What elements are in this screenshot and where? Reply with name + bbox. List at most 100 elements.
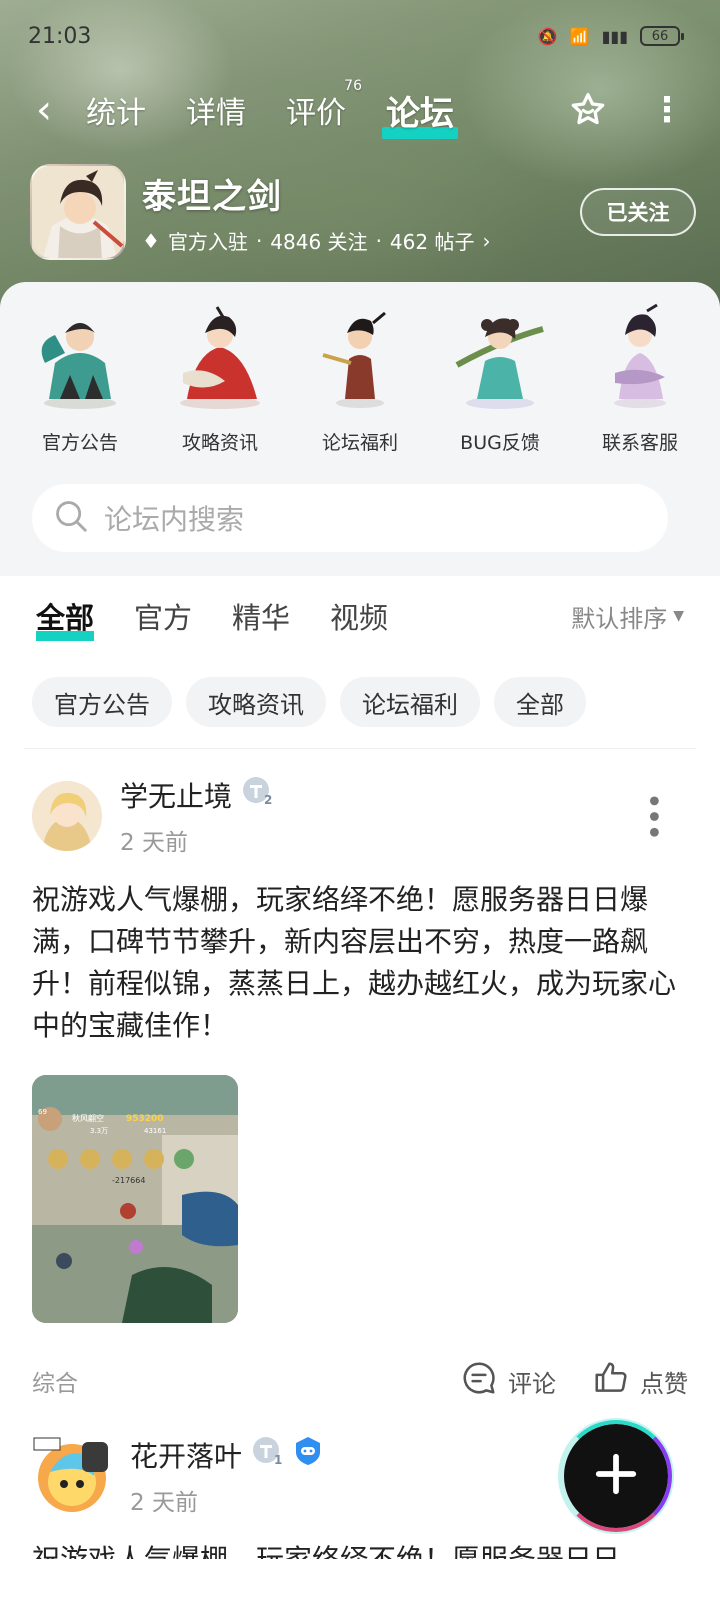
author-name-row[interactable]: 学无止境 2 — [120, 774, 274, 815]
thumbs-up-icon — [592, 1359, 630, 1403]
post-content: 祝游戏人气爆棚，玩家络绎不绝！愿服务器日日爆满，口碑节节攀升，新内容层出不穷，热… — [32, 883, 677, 1042]
sort-dropdown[interactable]: 默认排序 ▼ — [571, 599, 684, 634]
chip-official-notice[interactable]: 官方公告 — [32, 677, 172, 727]
verified-label: 官方入驻 — [167, 230, 248, 254]
warrior-character-icon — [300, 302, 420, 414]
battery-level: 66 — [651, 28, 669, 44]
mute-icon: 🔕 — [537, 26, 558, 46]
level-badge-icon: 2 — [240, 774, 274, 815]
level-number: 2 — [264, 793, 272, 807]
player-name: 秋风翩空 — [72, 1113, 104, 1123]
archer-character-icon — [440, 302, 560, 414]
author-name: 花开落叶 — [130, 1439, 243, 1473]
chip-all[interactable]: 全部 — [494, 677, 586, 727]
nav-actions: ⋮ — [566, 88, 684, 132]
tab-stats[interactable]: 统计 — [86, 88, 146, 132]
hero-character-icon — [20, 302, 140, 414]
search-icon — [52, 497, 90, 539]
forum-sheet: 官方公告 攻略资讯 论坛福利 BUG反馈 联系客服 论坛内搜索 — [0, 282, 720, 576]
category-guides[interactable]: 攻略资讯 — [155, 302, 285, 455]
posts-count: 462 帖子 — [389, 230, 475, 254]
author-block: 花开落叶 1 2 天前 — [130, 1434, 324, 1517]
create-post-button[interactable] — [560, 1420, 672, 1532]
post-actions: 评论 点赞 — [460, 1359, 688, 1403]
gold-amount: 953200 — [126, 1114, 164, 1124]
chip-welfare[interactable]: 论坛福利 — [340, 677, 480, 727]
post-time: 2 天前 — [120, 830, 188, 856]
filter-tab-video[interactable]: 视频 — [330, 595, 388, 637]
post-card[interactable]: 学无止境 2 2 天前 ••• 祝游戏人气爆棚，玩家络绎不绝！愿服务器日日爆满，… — [0, 760, 720, 1422]
level-number: 1 — [274, 1453, 282, 1467]
stat-gems: 43161 — [144, 1127, 166, 1135]
level-badge-icon: 1 — [250, 1434, 284, 1475]
damage-number: -217664 — [112, 1176, 145, 1185]
caret-down-icon: ▼ — [673, 608, 684, 624]
dot-separator: · — [255, 228, 263, 253]
comment-label: 评论 — [508, 1369, 556, 1398]
status-bar: 21:03 🔕 📶 ▮▮▮ 66 — [28, 22, 684, 50]
avatar[interactable] — [32, 780, 102, 851]
post-time: 2 天前 — [130, 1490, 198, 1516]
gamepad-badge-icon — [292, 1435, 324, 1474]
tab-forum[interactable]: 论坛 — [382, 86, 458, 139]
followers-count: 4846 关注 — [270, 230, 368, 254]
like-label: 点赞 — [640, 1369, 688, 1398]
top-nav: ‹ 统计 详情 评价 76 论坛 ⋮ — [36, 78, 684, 139]
comment-icon — [460, 1359, 498, 1403]
category-grid: 官方公告 攻略资讯 论坛福利 BUG反馈 联系客服 — [0, 282, 720, 455]
favorite-star-icon[interactable] — [566, 88, 610, 132]
category-bug-report[interactable]: BUG反馈 — [435, 302, 565, 455]
player-level: 69 — [38, 1108, 47, 1116]
maiden-character-icon — [580, 302, 700, 414]
author-name: 学无止境 — [120, 779, 233, 813]
like-button[interactable]: 点赞 — [592, 1359, 688, 1403]
tab-reviews[interactable]: 评价 76 — [286, 78, 362, 132]
filter-tab-official[interactable]: 官方 — [134, 595, 192, 637]
author-name-row[interactable]: 花开落叶 1 — [130, 1434, 324, 1475]
filter-tabs: 全部 官方 精华 视频 默认排序 ▼ — [0, 576, 720, 656]
avatar[interactable] — [32, 1436, 112, 1516]
category-chips: 官方公告 攻略资讯 论坛福利 全部 — [0, 656, 720, 740]
category-welfare[interactable]: 论坛福利 — [295, 302, 425, 455]
diamond-icon: ♦ — [142, 228, 160, 253]
filter-tab-featured[interactable]: 精华 — [232, 595, 290, 637]
category-label: 官方公告 — [41, 432, 118, 454]
tab-label: 论坛 — [386, 93, 454, 134]
category-customer-service[interactable]: 联系客服 — [575, 302, 705, 455]
game-name: 泰坦之剑 — [142, 177, 282, 217]
tab-details[interactable]: 详情 — [186, 88, 246, 132]
game-info: 泰坦之剑 ♦ 官方入驻 · 4846 关注 · 462 帖子 › 已关注 — [30, 162, 696, 262]
stat-power: 3.3万 — [90, 1127, 108, 1135]
tab-label: 评价 — [286, 96, 346, 131]
category-label: 联系客服 — [601, 432, 678, 454]
forum-search-input[interactable]: 论坛内搜索 — [32, 484, 668, 552]
category-label: 攻略资讯 — [181, 432, 258, 454]
follow-button[interactable]: 已关注 — [580, 188, 696, 236]
game-icon[interactable] — [30, 164, 126, 260]
game-meta[interactable]: ♦ 官方入驻 · 4846 关注 · 462 帖子 › — [142, 226, 490, 255]
author-block: 学无止境 2 2 天前 — [120, 774, 274, 857]
post-header: 学无止境 2 2 天前 ••• — [0, 760, 720, 857]
more-options-icon[interactable]: ⋮ — [650, 93, 684, 127]
status-time: 21:03 — [28, 23, 92, 49]
post-filters: 全部 官方 精华 视频 默认排序 ▼ 官方公告 攻略资讯 论坛福利 全部 — [0, 576, 720, 749]
comment-button[interactable]: 评论 — [460, 1359, 556, 1403]
post-category: 综合 — [32, 1371, 78, 1397]
post-footer: 综合 评论 点赞 — [0, 1323, 720, 1413]
status-icons: 🔕 📶 ▮▮▮ 66 — [537, 26, 684, 46]
game-text: 泰坦之剑 ♦ 官方入驻 · 4846 关注 · 462 帖子 › — [142, 169, 490, 255]
back-icon[interactable]: ‹ — [36, 90, 76, 130]
tab-label: 详情 — [186, 96, 246, 131]
search-placeholder: 论坛内搜索 — [104, 503, 245, 536]
chip-guides[interactable]: 攻略资讯 — [186, 677, 326, 727]
category-official-notice[interactable]: 官方公告 — [15, 302, 145, 455]
forum-page: 21:03 🔕 📶 ▮▮▮ 66 ‹ 统计 详情 评价 76 论坛 ⋮ 泰坦之剑… — [0, 0, 720, 1612]
filter-tab-all[interactable]: 全部 — [36, 595, 95, 641]
review-count-badge: 76 — [344, 78, 362, 94]
post-more-icon[interactable]: ••• — [635, 792, 670, 839]
battery-icon: 66 — [640, 26, 684, 46]
post-image[interactable]: 69 秋风翩空 953200 3.3万 43161 -217664 — [32, 1075, 238, 1323]
chevron-right-icon: › — [482, 228, 491, 253]
divider — [24, 748, 696, 749]
tab-label: 统计 — [86, 96, 146, 131]
